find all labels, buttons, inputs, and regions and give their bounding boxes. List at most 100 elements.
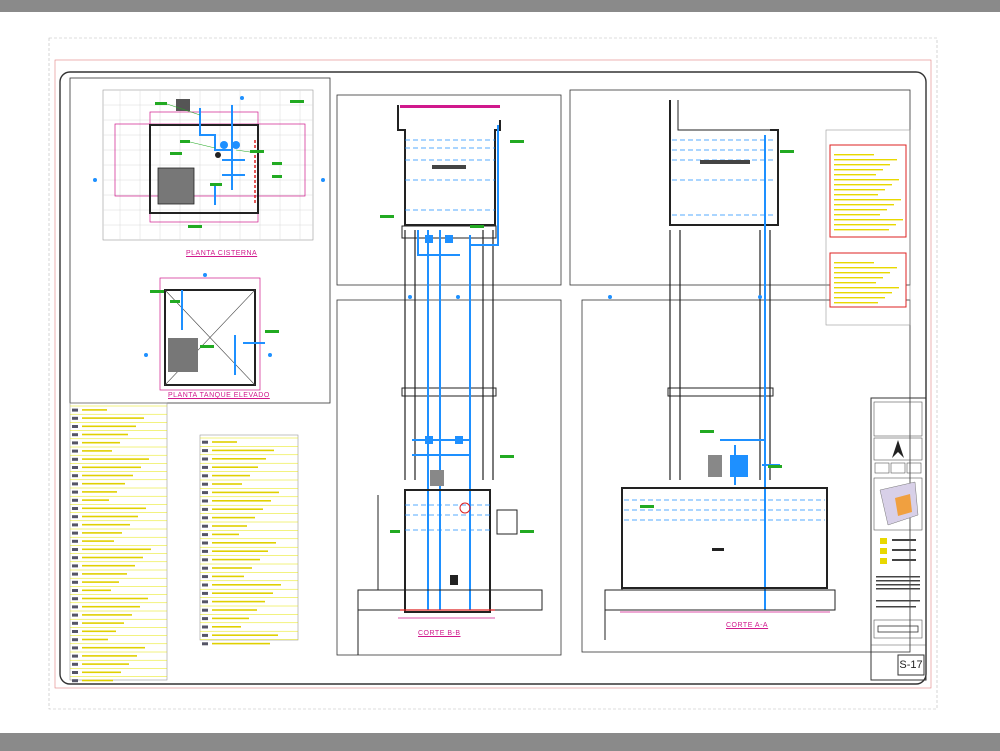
schedule-row-text bbox=[82, 466, 141, 469]
schedule-row-symbol bbox=[202, 474, 208, 478]
schedule-row-symbol bbox=[72, 671, 78, 674]
schedule-row-text bbox=[82, 507, 146, 510]
schedule-row-text bbox=[212, 609, 257, 611]
note-text-line bbox=[834, 272, 890, 274]
schedule-row-text bbox=[82, 671, 121, 674]
schedule-row-symbol bbox=[202, 491, 208, 495]
schedule-row-symbol bbox=[72, 613, 78, 617]
schedule-row-symbol bbox=[202, 575, 208, 579]
schedule-row-text bbox=[212, 592, 273, 594]
note-text-line bbox=[834, 229, 889, 231]
note-text-line bbox=[834, 287, 899, 289]
schedule-row-text bbox=[82, 646, 145, 649]
schedule-row-symbol bbox=[72, 523, 78, 527]
schedule-row-text bbox=[82, 409, 107, 411]
schedule-row-symbol bbox=[202, 499, 208, 503]
schedule-row-symbol bbox=[202, 608, 208, 612]
section-b-b bbox=[336, 94, 562, 656]
schedule-row-text bbox=[212, 491, 279, 494]
schedule-row-text bbox=[82, 499, 109, 501]
schedule-row-symbol bbox=[202, 457, 208, 461]
schedule-row-text bbox=[82, 622, 124, 624]
note-text-line bbox=[834, 292, 892, 294]
schedule-row-symbol bbox=[202, 583, 208, 587]
schedule-row-text bbox=[82, 638, 108, 641]
schedule-row-text bbox=[82, 425, 136, 428]
schedule-row-text bbox=[212, 533, 239, 536]
schedule-row-text bbox=[212, 483, 242, 485]
schedule-row-symbol bbox=[202, 633, 208, 637]
note-text-line bbox=[834, 262, 874, 264]
schedule-row-symbol bbox=[72, 630, 78, 633]
schedule-row-text bbox=[82, 564, 135, 567]
schedule-row-symbol bbox=[72, 564, 78, 568]
schedule-row-text bbox=[82, 482, 125, 485]
note-text-line bbox=[834, 159, 897, 161]
note-text-line bbox=[834, 174, 876, 176]
schedule-row-symbol bbox=[72, 515, 78, 519]
schedule-row-text bbox=[82, 474, 133, 477]
schedule-row-text bbox=[212, 575, 244, 578]
note-text-line bbox=[834, 209, 887, 211]
schedule-row-text bbox=[212, 449, 274, 452]
note-text-line bbox=[834, 169, 883, 171]
note-text-line bbox=[834, 277, 883, 279]
schedule-row-text bbox=[82, 597, 148, 600]
schedule-row-symbol bbox=[202, 507, 208, 511]
schedule-row-symbol bbox=[202, 558, 208, 562]
schedule-row-text bbox=[212, 634, 278, 636]
cad-drawing-sheet bbox=[48, 37, 938, 710]
schedule-row-text bbox=[82, 450, 112, 452]
schedule-row-text bbox=[82, 589, 111, 592]
schedule-row-text bbox=[212, 550, 268, 552]
schedule-row-symbol bbox=[202, 516, 208, 520]
note-text-line bbox=[834, 189, 885, 191]
note-text-line bbox=[834, 297, 885, 299]
schedule-row-text bbox=[212, 508, 263, 510]
schedule-row-text bbox=[82, 605, 140, 608]
schedule-row-symbol bbox=[72, 466, 78, 469]
note-text-line bbox=[834, 199, 901, 201]
schedule-row-symbol bbox=[72, 531, 78, 535]
schedule-row-symbol bbox=[72, 449, 78, 453]
view-title-planta-cisterna: PLANTA CISTERNA bbox=[186, 250, 258, 257]
schedule-row-text bbox=[82, 458, 149, 460]
schedule-row-text bbox=[82, 556, 143, 559]
schedule-row-symbol bbox=[72, 589, 78, 592]
schedule-row-text bbox=[212, 500, 271, 502]
view-title-planta-tanque: PLANTA TANQUE ELEVADO bbox=[168, 392, 270, 399]
schedule-row-symbol bbox=[202, 524, 208, 528]
schedule-row-symbol bbox=[72, 425, 78, 428]
plan-cistern bbox=[69, 77, 331, 404]
schedule-row-symbol bbox=[72, 408, 78, 412]
schedule-row-symbol bbox=[202, 625, 208, 629]
note-text-line bbox=[834, 164, 890, 166]
note-text-line bbox=[834, 224, 896, 226]
schedule-row-symbol bbox=[72, 679, 78, 683]
plan-elevated-tank bbox=[144, 273, 279, 391]
schedule-row-symbol bbox=[202, 566, 208, 570]
schedule-row-text bbox=[212, 466, 258, 468]
schedule-row-symbol bbox=[72, 621, 78, 625]
legend-table-left bbox=[69, 402, 168, 683]
schedule-row-symbol bbox=[202, 482, 208, 486]
schedule-row-symbol bbox=[72, 580, 78, 584]
schedule-row-symbol bbox=[72, 646, 78, 650]
schedule-row-symbol bbox=[72, 556, 78, 560]
schedule-row-symbol bbox=[72, 433, 78, 437]
schedule-row-symbol bbox=[72, 572, 78, 576]
schedule-row-symbol bbox=[72, 539, 78, 543]
schedule-row-symbol bbox=[72, 638, 78, 642]
legend-table-right bbox=[199, 434, 299, 646]
schedule-row-text bbox=[82, 630, 116, 633]
schedule-row-text bbox=[212, 617, 249, 620]
schedule-row-symbol bbox=[72, 605, 78, 609]
schedule-row-text bbox=[82, 655, 137, 657]
schedule-row-symbol bbox=[202, 533, 208, 537]
schedule-row-symbol bbox=[202, 600, 208, 604]
schedule-row-text bbox=[212, 516, 255, 519]
schedule-row-symbol bbox=[72, 441, 78, 445]
schedule-row-symbol bbox=[72, 482, 78, 486]
note-text-line bbox=[834, 214, 880, 216]
note-text-line bbox=[834, 179, 899, 181]
